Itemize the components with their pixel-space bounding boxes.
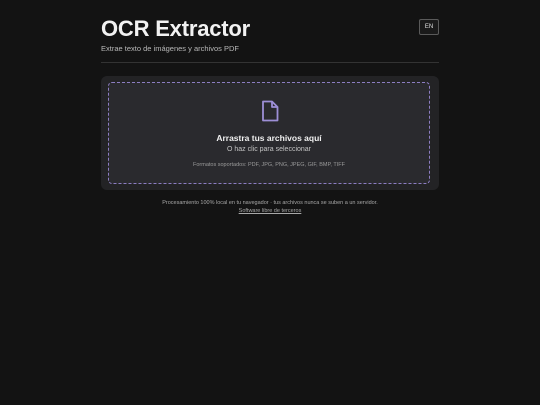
footer-link-wrapper: Software libre de terceros xyxy=(101,208,439,214)
header: OCR Extractor Extrae texto de imágenes y… xyxy=(101,14,439,63)
supported-formats: Formatos soportados: PDF, JPG, PNG, JPEG… xyxy=(192,162,345,168)
third-party-software-link[interactable]: Software libre de terceros xyxy=(239,208,302,214)
upload-card: Arrastra tus archivos aquí O haz clic pa… xyxy=(101,76,439,190)
file-icon xyxy=(262,100,279,122)
dropzone-title: Arrastra tus archivos aquí xyxy=(216,133,322,143)
app-title: OCR Extractor xyxy=(101,16,250,41)
page: OCR Extractor Extrae texto de imágenes y… xyxy=(0,0,540,405)
app-subtitle: Extrae texto de imágenes y archivos PDF xyxy=(101,44,239,53)
language-toggle-button[interactable]: EN xyxy=(419,19,439,35)
privacy-note: Procesamiento 100% local en tu navegador… xyxy=(162,200,378,206)
file-dropzone[interactable]: Arrastra tus archivos aquí O haz clic pa… xyxy=(108,82,430,184)
dropzone-subtitle: O haz clic para seleccionar xyxy=(226,146,312,153)
